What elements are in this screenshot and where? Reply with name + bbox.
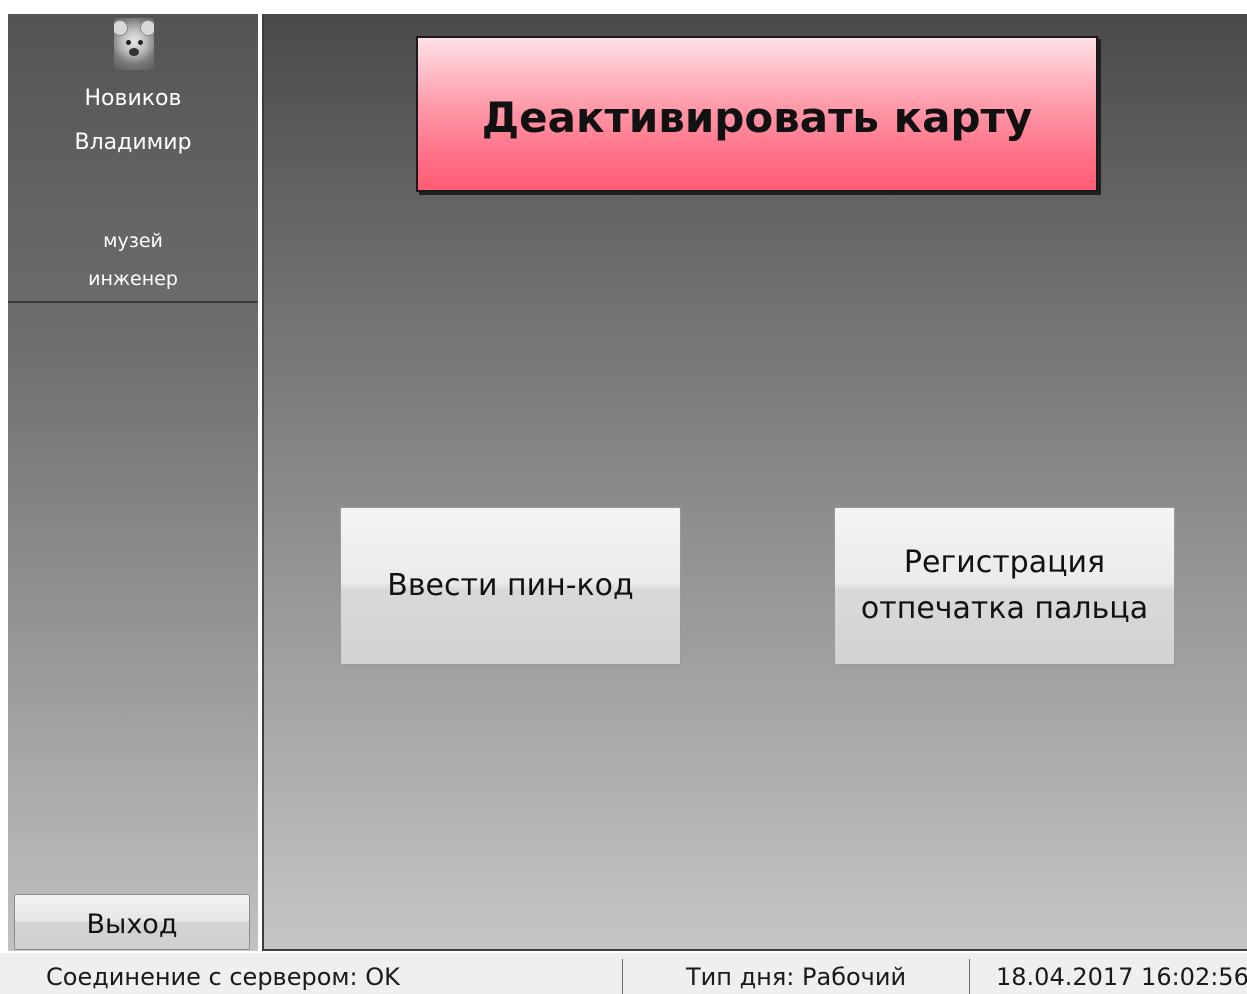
user-avatar	[114, 18, 154, 70]
day-type-status: Тип дня: Рабочий	[686, 963, 907, 991]
avatar-eye-left	[126, 40, 131, 45]
status-separator	[622, 959, 623, 994]
deactivate-card-button[interactable]: Деактивировать карту	[416, 36, 1098, 192]
status-separator	[969, 959, 970, 994]
main-panel: Деактивировать карту Ввести пин-код Реги…	[264, 14, 1247, 951]
user-last-name: Новиков	[84, 86, 182, 111]
enter-pin-label: Ввести пин-код	[387, 568, 634, 603]
user-first-name: Владимир	[74, 130, 192, 155]
sidebar-divider	[8, 301, 258, 303]
koala-ear-right	[140, 20, 154, 36]
card-terminal-window: Новиков Владимир музей инженер Выход Деа…	[0, 0, 1247, 994]
avatar-nose	[129, 48, 139, 56]
koala-avatar-icon	[114, 20, 128, 36]
user-sidebar: Новиков Владимир музей инженер Выход	[8, 14, 258, 951]
register-fingerprint-button[interactable]: Регистрация отпечатка пальца	[834, 507, 1175, 665]
connection-status: Соединение с сервером: OK	[46, 963, 400, 991]
user-department: музей	[103, 230, 163, 252]
datetime-status: 18.04.2017 16:02:56	[996, 963, 1247, 991]
register-fingerprint-label-line1: Регистрация	[903, 545, 1106, 580]
exit-button[interactable]: Выход	[14, 894, 250, 950]
status-bar: Соединение с сервером: OK Тип дня: Рабоч…	[0, 953, 1247, 994]
register-fingerprint-label-line2: отпечатка пальца	[860, 591, 1149, 626]
user-position: инженер	[88, 268, 178, 290]
enter-pin-button[interactable]: Ввести пин-код	[340, 507, 681, 665]
avatar-eye-right	[138, 40, 143, 45]
